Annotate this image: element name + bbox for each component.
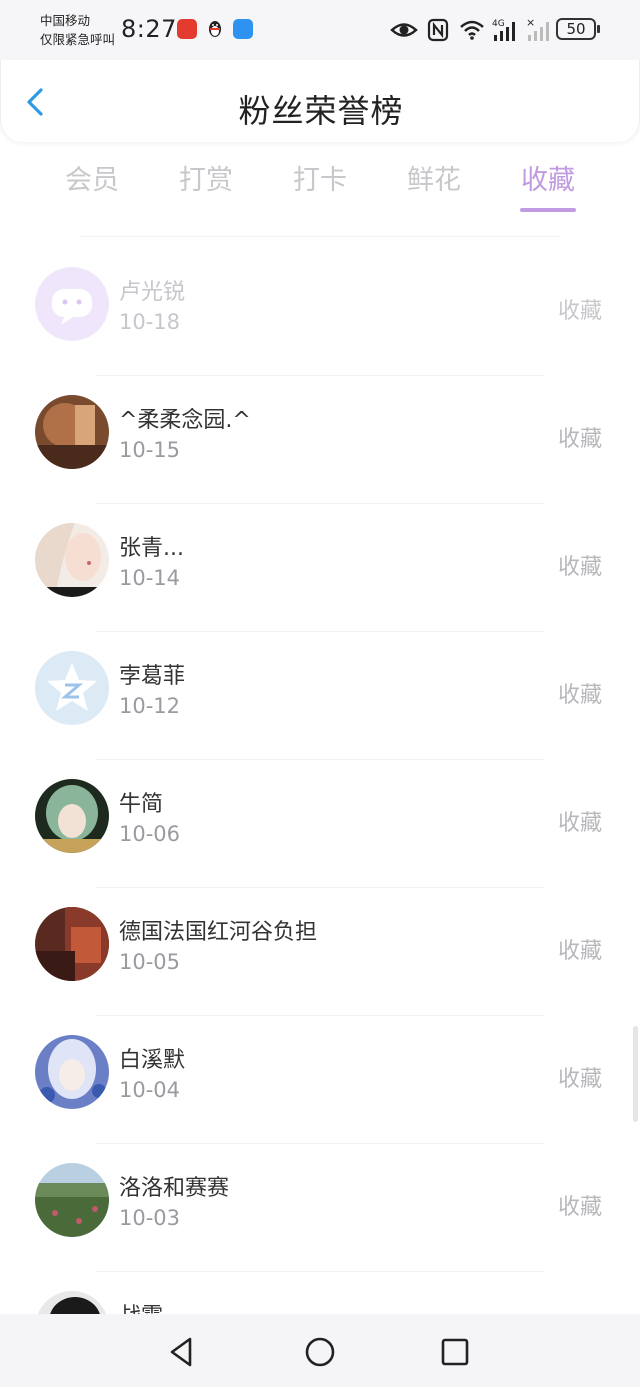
list-item[interactable]: 卢光锐 10-18 收藏 <box>0 248 640 376</box>
list-item[interactable]: 德国法国红河谷负担 10-05 收藏 <box>0 888 640 1016</box>
fan-name: 德国法国红河谷负担 <box>119 920 318 945</box>
fan-date: 10-12 <box>119 694 181 718</box>
avatar <box>35 907 109 981</box>
avatar <box>35 523 109 597</box>
avatar <box>35 779 109 853</box>
signal-4g-icon: 4G <box>492 19 515 41</box>
nav-recents-icon[interactable] <box>437 1334 473 1370</box>
list-item[interactable]: 洛洛和赛赛 10-03 收藏 <box>0 1144 640 1272</box>
system-nav-bar <box>0 1314 640 1387</box>
qzone-star-icon <box>35 651 109 725</box>
svg-text:×: × <box>526 17 535 29</box>
fan-date: 10-14 <box>119 566 181 590</box>
carrier-status: 仅限紧急呼叫 <box>40 32 116 47</box>
nfc-icon <box>427 18 449 42</box>
signal-empty-icon: × <box>526 17 549 41</box>
fan-name: 孛葛菲 <box>119 664 186 689</box>
list-item[interactable]: 牛简 10-06 收藏 <box>0 760 640 888</box>
tab-flowers[interactable]: 鲜花 <box>389 158 479 197</box>
favorite-action[interactable]: 收藏 <box>558 421 602 453</box>
fan-name: 洛洛和赛赛 <box>119 1176 230 1201</box>
list-item[interactable]: 张青... 10-14 收藏 <box>0 504 640 632</box>
avatar-image <box>35 523 109 597</box>
avatar <box>35 267 109 341</box>
fan-name: ^柔柔念园.^ <box>119 408 251 433</box>
active-tab-indicator <box>520 208 576 212</box>
nav-back-icon[interactable] <box>164 1334 200 1370</box>
carrier-name: 中国移动 <box>40 13 91 28</box>
system-icons: 4G × <box>390 16 554 44</box>
scrollbar[interactable] <box>633 1026 638 1122</box>
favorite-action[interactable]: 收藏 <box>558 1061 602 1093</box>
battery-indicator: 50 <box>556 18 596 40</box>
fan-date: 10-04 <box>119 1078 181 1102</box>
tab-reward[interactable]: 打赏 <box>161 158 251 197</box>
fan-date: 10-05 <box>119 950 181 974</box>
favorite-action[interactable]: 收藏 <box>558 1189 602 1221</box>
app-header: 粉丝荣誉榜 <box>0 60 640 142</box>
carrier-info: 中国移动 仅限紧急呼叫 <box>40 11 115 49</box>
favorite-action[interactable]: 收藏 <box>558 677 602 709</box>
favorite-action[interactable]: 收藏 <box>558 293 602 325</box>
favorite-action[interactable]: 收藏 <box>558 549 602 581</box>
avatar-image <box>35 907 109 981</box>
avatar <box>35 395 109 469</box>
huawei-app-icon <box>177 19 197 39</box>
fan-date: 10-15 <box>119 438 181 462</box>
avatar-image <box>35 779 109 853</box>
qq-penguin-icon <box>209 21 221 37</box>
chat-bubble-icon <box>35 267 109 341</box>
avatar-image <box>35 395 109 469</box>
fan-name: 卢光锐 <box>119 280 186 305</box>
list-item[interactable]: 白溪默 10-04 收藏 <box>0 1016 640 1144</box>
list-item[interactable]: 孛葛菲 10-12 收藏 <box>0 632 640 760</box>
avatar <box>35 1163 109 1237</box>
list-item[interactable]: ^柔柔念园.^ 10-15 收藏 <box>0 376 640 504</box>
tab-checkin[interactable]: 打卡 <box>275 158 365 197</box>
favorite-action[interactable]: 收藏 <box>558 805 602 837</box>
fan-name: 张青... <box>119 536 184 561</box>
nav-home-icon[interactable] <box>302 1334 338 1370</box>
svg-text:4G: 4G <box>492 19 505 29</box>
avatar-image <box>35 1035 109 1109</box>
status-bar: 中国移动 仅限紧急呼叫 8:27 4G × 50 <box>0 0 640 60</box>
fan-date: 10-06 <box>119 822 181 846</box>
status-time: 8:27 <box>121 15 177 43</box>
avatar <box>35 651 109 725</box>
message-app-icon <box>233 19 253 39</box>
tab-member[interactable]: 会员 <box>47 158 137 197</box>
wifi-icon <box>460 20 484 40</box>
fan-name: 牛简 <box>119 792 164 817</box>
avatar <box>35 1035 109 1109</box>
tabs-divider <box>80 236 560 237</box>
page-title: 粉丝荣誉榜 <box>238 92 404 130</box>
notification-icons <box>177 19 253 39</box>
eye-icon <box>390 23 418 37</box>
fan-date: 10-18 <box>119 310 181 334</box>
avatar-image <box>35 1163 109 1237</box>
tab-favorites[interactable]: 收藏 <box>503 158 593 197</box>
favorite-action[interactable]: 收藏 <box>558 933 602 965</box>
fan-date: 10-03 <box>119 1206 181 1230</box>
fan-name: 白溪默 <box>119 1048 186 1073</box>
battery-cap <box>597 25 600 33</box>
